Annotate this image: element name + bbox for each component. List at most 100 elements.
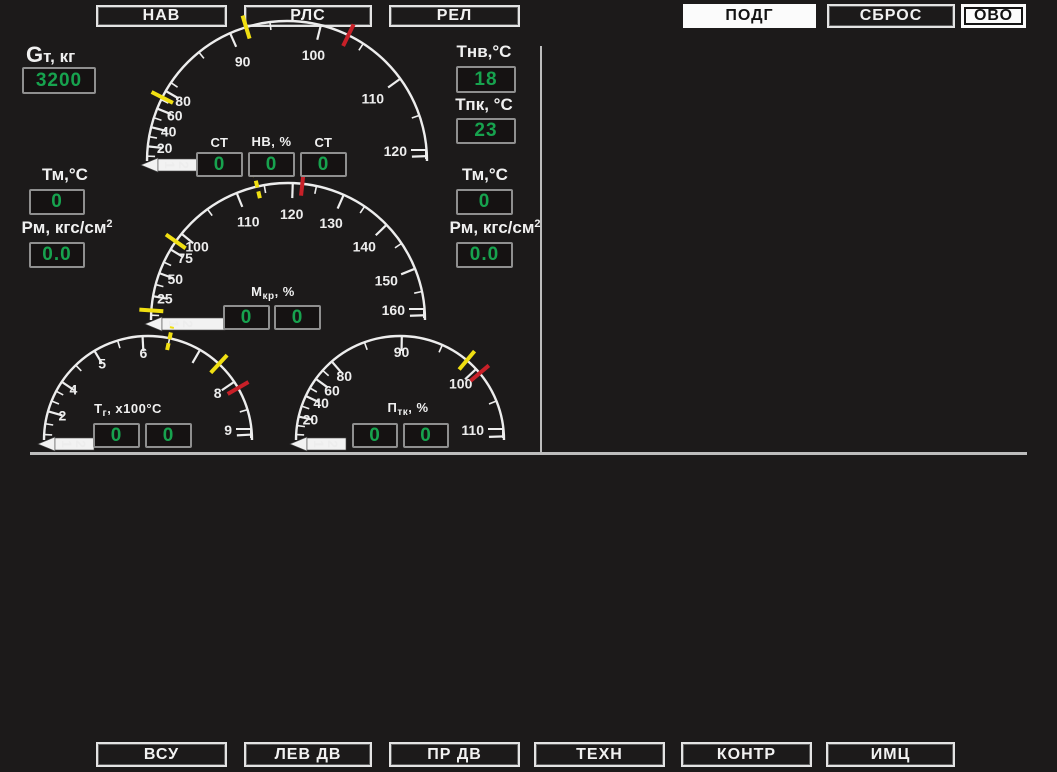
tg-label-pre: Т: [94, 401, 102, 416]
tick-label: 5: [98, 356, 106, 372]
gauge-needle: 12: [290, 437, 346, 451]
tick: [439, 345, 442, 352]
nv-value-st-left: 0: [196, 152, 243, 177]
vsu-button[interactable]: ВСУ: [96, 742, 227, 767]
tick: [292, 183, 293, 198]
limit-mark-red: [343, 24, 354, 46]
pm-left-value: 0.0: [29, 242, 85, 268]
tick-label: 130: [319, 215, 343, 231]
divider-horizontal: [30, 452, 1027, 455]
limit-mark-yellow: [254, 175, 259, 198]
tick-label: 40: [161, 123, 177, 139]
needle-digit-2: 2: [73, 440, 89, 448]
tick: [56, 391, 63, 395]
needle-arrowhead: [38, 437, 55, 451]
tick-label: 90: [235, 53, 251, 69]
tick-label: 6: [140, 345, 148, 361]
tick: [199, 52, 204, 58]
tick-label: 120: [384, 143, 408, 159]
tick: [410, 315, 425, 316]
tick: [317, 25, 321, 40]
limit-mark-yellow: [139, 310, 163, 312]
pm-right-label-text: Рм, кгс/см: [449, 218, 534, 237]
mkr-value-2: 0: [274, 305, 321, 330]
tg-value-2: 0: [145, 423, 192, 448]
tick-label: 140: [353, 238, 377, 254]
pm-right-label: Рм, кгс/см2: [436, 218, 554, 238]
tick-label: 120: [280, 206, 304, 222]
tick: [45, 424, 53, 425]
needle-digit-2: 2: [176, 161, 192, 169]
tick: [237, 193, 243, 207]
tick: [118, 341, 120, 349]
gauge-needle: 12: [141, 158, 199, 172]
needle-digit-1: 1: [311, 440, 327, 448]
tick: [364, 342, 367, 350]
needle-arrowhead: [290, 437, 307, 451]
tick: [388, 79, 400, 88]
tick: [412, 156, 427, 157]
tick: [489, 436, 504, 437]
imc-button[interactable]: ИМЦ: [826, 742, 955, 767]
needle-digit-1: 1: [162, 161, 178, 169]
tick: [315, 186, 317, 194]
tnv-label: Тнв,°С: [445, 42, 523, 62]
pm-left-label: Рм, кгс/см2: [8, 218, 126, 238]
tick-label: 4: [69, 382, 77, 398]
tick: [52, 401, 59, 404]
fuel-label: Gт, кг: [26, 42, 75, 68]
tick: [207, 209, 212, 215]
tick: [302, 406, 310, 409]
mfd-screen: НАВ РЛС РЕЛ ПОДГ СБРОС ОВО 2040608090100…: [0, 0, 1057, 772]
tick: [401, 269, 415, 275]
tick: [395, 243, 402, 247]
tick-label: 20: [157, 140, 173, 156]
ptk-label-sub: тк: [397, 407, 408, 418]
pr-dv-button[interactable]: ПР ДВ: [389, 742, 520, 767]
needle-digit-1: 1: [166, 320, 182, 328]
needle-digit-2: 2: [325, 440, 341, 448]
tick: [338, 195, 344, 209]
tm-right-value: 0: [456, 189, 513, 215]
lev-dv-button[interactable]: ЛЕВ ДВ: [244, 742, 372, 767]
needle-digit-1: 1: [59, 440, 75, 448]
kontr-button[interactable]: КОНТР: [681, 742, 812, 767]
tick: [376, 225, 387, 235]
mkr-label-pre: М: [251, 284, 262, 299]
tick-label: 60: [167, 108, 183, 124]
nv-st-right-label: СТ: [300, 135, 347, 150]
fuel-label-g: G: [26, 42, 43, 67]
tick: [164, 262, 171, 265]
tick: [222, 382, 234, 390]
tick: [149, 137, 157, 138]
tick-label: 110: [461, 422, 484, 438]
pm-left-label-sup: 2: [106, 218, 112, 230]
tick-label: 2: [59, 407, 67, 423]
tehn-button[interactable]: ТЕХН: [534, 742, 665, 767]
tick-label: 110: [237, 214, 260, 230]
tpk-value: 23: [456, 118, 516, 144]
ptk-value-1: 0: [352, 423, 398, 448]
tick: [230, 33, 236, 47]
tick: [76, 365, 82, 371]
nv-st-left-label: СТ: [196, 135, 243, 150]
ptk-label-post: , %: [408, 400, 428, 415]
pm-left-label-text: Рм, кгс/см: [21, 218, 106, 237]
nv-value-st-right: 0: [300, 152, 347, 177]
tick-label: 80: [175, 93, 191, 109]
tnv-value: 18: [456, 66, 516, 93]
nv-value-main: 0: [248, 152, 295, 177]
tick-label: 90: [394, 344, 410, 360]
nv-label: НВ, %: [240, 134, 303, 149]
fuel-label-rest: т, кг: [43, 47, 75, 66]
tick: [193, 350, 201, 363]
tick: [154, 118, 162, 120]
tick: [156, 285, 164, 287]
gauge-layer: 2040608090100110120122550751001101201301…: [0, 0, 1057, 772]
ptk-label-pre: П: [387, 400, 397, 415]
tick-label: 60: [324, 383, 340, 399]
tick: [489, 401, 496, 404]
tick-label: 80: [336, 368, 352, 384]
tick-label: 150: [375, 272, 399, 288]
ptk-value-2: 0: [403, 423, 449, 448]
